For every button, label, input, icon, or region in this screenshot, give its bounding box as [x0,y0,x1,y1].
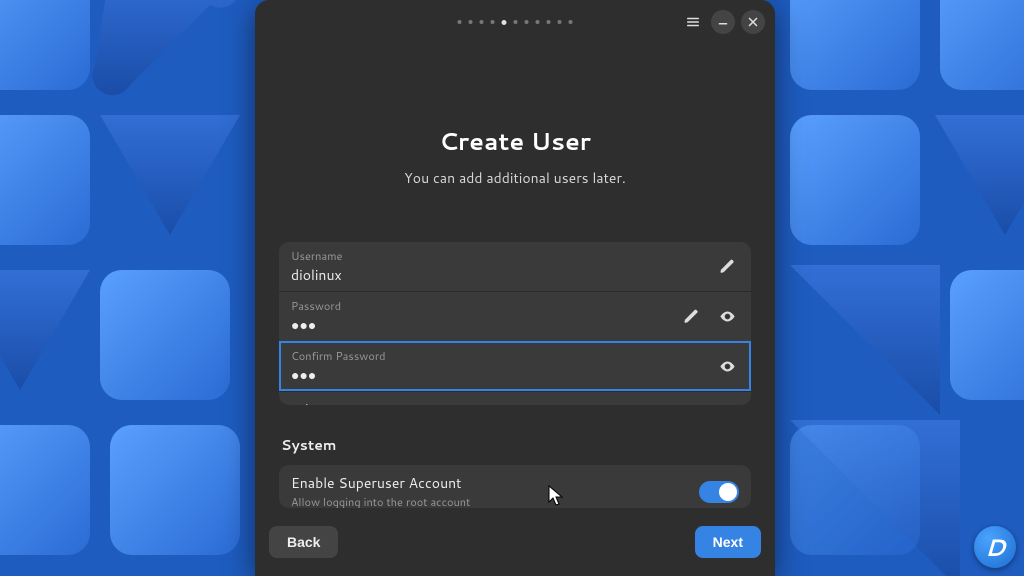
password-value: ●●● [291,315,705,335]
password-field[interactable]: Password ●●● [279,291,751,341]
titlebar [255,0,775,44]
next-button[interactable]: Next [695,526,761,558]
confirm-visibility-button[interactable] [713,353,741,381]
confirm-password-value: ●●● [291,365,705,385]
password-visibility-button[interactable] [713,303,741,331]
eye-icon [719,358,736,375]
system-group: Enable Superuser Account Allow logging i… [279,465,751,508]
superuser-row: Enable Superuser Account Allow logging i… [279,465,751,508]
watermark-logo: D [974,526,1016,568]
progress-indicator [458,20,573,25]
eye-icon [719,308,736,325]
minimize-button[interactable] [711,10,735,34]
minimize-icon [716,15,730,29]
username-field[interactable]: Username diolinux [279,242,751,291]
confirm-password-field[interactable]: Confirm Password ●●● [279,341,751,391]
hamburger-menu-button[interactable] [681,10,705,34]
pencil-icon [683,308,700,325]
superuser-toggle[interactable] [699,481,739,503]
footer: Back Next [255,508,775,576]
hamburger-icon [686,15,700,29]
pencil-icon [719,258,736,275]
content-area: Create User You can add additional users… [255,44,775,508]
close-button[interactable] [741,10,765,34]
superuser-title: Enable Superuser Account [291,473,470,493]
password-label: Password [291,298,705,314]
user-fields-group: Username diolinux Password ●●● [279,242,751,405]
username-label: Username [291,248,705,264]
superuser-description: Allow logging into the root account [291,494,470,508]
confirm-password-label: Confirm Password [291,348,705,364]
close-icon [746,15,760,29]
back-button[interactable]: Back [269,526,338,558]
administrator-row: Adminstrator Allows access to system set… [279,391,751,405]
desktop-wallpaper: Create User You can add additional users… [0,0,1024,576]
username-edit-button[interactable] [713,253,741,281]
page-subtitle: You can add additional users later. [279,168,751,188]
system-heading: System [279,435,751,455]
username-value: diolinux [291,265,705,285]
page-title: Create User [279,124,751,158]
administrator-title: Adminstrator [291,400,544,405]
installer-window: Create User You can add additional users… [255,0,775,576]
password-edit-button[interactable] [677,303,705,331]
